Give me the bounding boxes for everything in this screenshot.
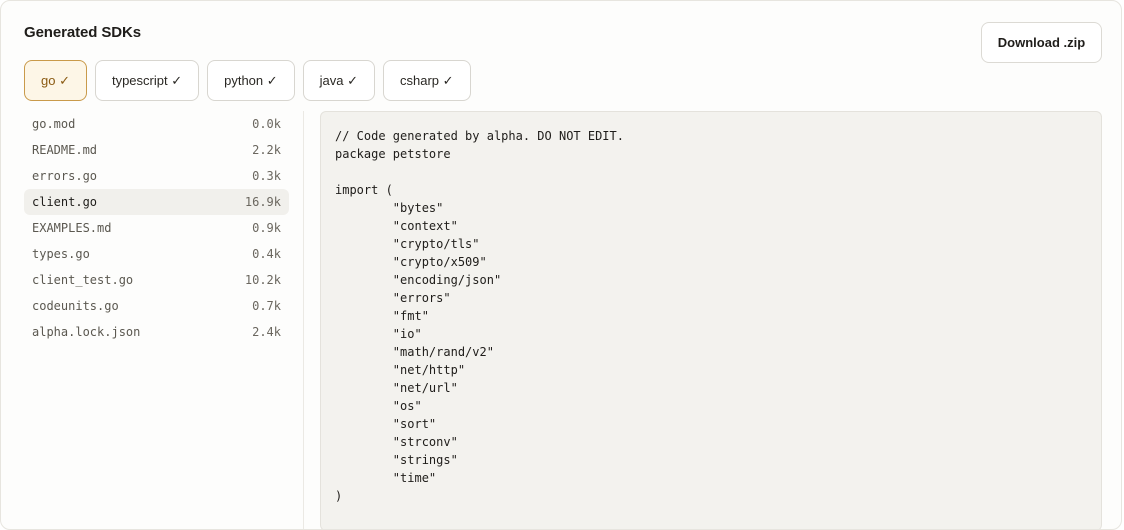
file-size: 2.2k (252, 143, 281, 157)
tab-csharp[interactable]: csharp ✓ (383, 60, 471, 101)
panel-title: Generated SDKs (24, 24, 141, 41)
file-row[interactable]: client_test.go 10.2k (24, 267, 289, 293)
file-row[interactable]: EXAMPLES.md 0.9k (24, 215, 289, 241)
file-name: alpha.lock.json (32, 325, 141, 339)
sdk-panel: Generated SDKs Download .zip go ✓ typesc… (0, 0, 1122, 530)
file-size: 10.2k (244, 273, 281, 287)
download-zip-button[interactable]: Download .zip (981, 22, 1102, 63)
file-size: 0.7k (252, 299, 281, 313)
code-content: // Code generated by alpha. DO NOT EDIT.… (335, 129, 624, 503)
tab-python[interactable]: python ✓ (207, 60, 295, 101)
code-viewer[interactable]: // Code generated by alpha. DO NOT EDIT.… (320, 111, 1102, 529)
file-size: 0.9k (252, 221, 281, 235)
file-row[interactable]: types.go 0.4k (24, 241, 289, 267)
file-size: 2.4k (252, 325, 281, 339)
language-tabs: go ✓ typescript ✓ python ✓ java ✓ csharp… (24, 60, 471, 101)
tab-typescript[interactable]: typescript ✓ (94, 60, 200, 101)
tab-go[interactable]: go ✓ (24, 60, 87, 101)
file-name: EXAMPLES.md (32, 221, 112, 235)
file-row[interactable]: alpha.lock.json 2.4k (24, 319, 289, 345)
file-size: 0.0k (252, 117, 281, 131)
file-name: README.md (32, 143, 98, 157)
file-row[interactable]: README.md 2.2k (24, 137, 289, 163)
file-row[interactable]: errors.go 0.3k (24, 163, 289, 189)
file-size: 0.4k (252, 247, 281, 261)
file-name: client.go (32, 195, 98, 209)
file-size: 16.9k (244, 195, 281, 209)
file-row[interactable]: codeunits.go 0.7k (24, 293, 289, 319)
file-name: types.go (32, 247, 90, 261)
sidebar-divider (303, 111, 304, 529)
file-size: 0.3k (252, 169, 281, 183)
file-row[interactable]: go.mod 0.0k (24, 111, 289, 137)
file-name: go.mod (32, 117, 76, 131)
tab-java[interactable]: java ✓ (302, 60, 376, 101)
file-name: codeunits.go (32, 299, 119, 313)
file-name: client_test.go (32, 273, 134, 287)
file-row[interactable]: client.go 16.9k (24, 189, 289, 215)
file-name: errors.go (32, 169, 98, 183)
file-list: go.mod 0.0k README.md 2.2k errors.go 0.3k c… (24, 111, 289, 345)
